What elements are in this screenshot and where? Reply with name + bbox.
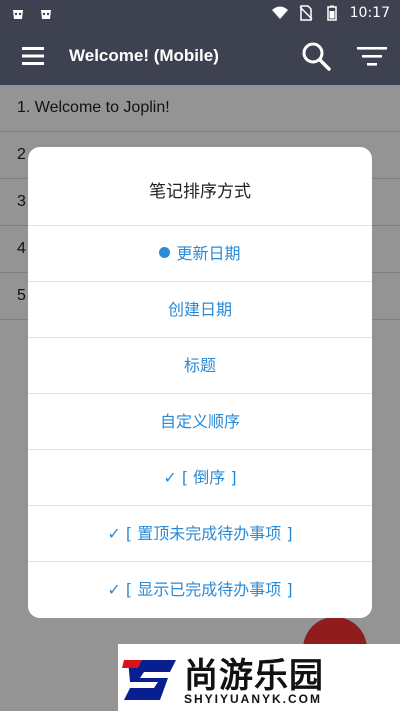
notification-icon	[41, 10, 51, 19]
option-label: 标题	[183, 356, 216, 375]
toggle-show-completed-todos[interactable]: ✓ [ 显示已完成待办事项 ]	[28, 562, 372, 617]
watermark-domain: SHYIYUANYK.COM	[184, 692, 323, 706]
status-time: 10:17	[349, 5, 390, 21]
toggle-uncompleted-todos-on-top[interactable]: ✓ [ 置顶未完成待办事项 ]	[28, 506, 372, 562]
option-label: 更新日期	[176, 244, 241, 263]
option-label: ✓ [ 显示已完成待办事项 ]	[107, 580, 293, 599]
toggle-reverse-order[interactable]: ✓ [ 倒序 ]	[28, 450, 372, 506]
menu-icon[interactable]	[20, 44, 46, 68]
sort-option-updated-date[interactable]: 更新日期	[28, 226, 372, 282]
option-label: 创建日期	[167, 300, 232, 319]
sort-icon[interactable]	[356, 42, 388, 70]
search-icon[interactable]	[300, 40, 332, 72]
sort-dialog: 笔记排序方式 更新日期 创建日期 标题 自定义顺序 ✓ [ 倒序 ] ✓ [ 置…	[28, 147, 372, 618]
option-label: 自定义顺序	[159, 412, 240, 431]
watermark-banner: 尚游乐园 SHYIYUANYK.COM	[118, 644, 400, 711]
battery-icon	[326, 5, 337, 21]
notification-icon	[13, 10, 23, 19]
selected-indicator-icon	[159, 247, 171, 258]
watermark-brand: 尚游乐园	[184, 656, 324, 696]
sort-option-custom-order[interactable]: 自定义顺序	[28, 394, 372, 450]
app-bar: Welcome! (Mobile)	[0, 27, 400, 85]
wifi-icon	[271, 6, 288, 19]
option-label: ✓ [ 倒序 ]	[163, 468, 237, 487]
dialog-title: 笔记排序方式	[28, 147, 372, 226]
status-bar: 10:17	[0, 0, 400, 27]
watermark-logo-icon	[122, 660, 176, 700]
sort-option-title[interactable]: 标题	[28, 338, 372, 394]
no-sim-icon	[299, 5, 313, 21]
option-label: ✓ [ 置顶未完成待办事项 ]	[107, 524, 293, 543]
page-title: Welcome! (Mobile)	[69, 46, 219, 65]
sort-option-created-date[interactable]: 创建日期	[28, 282, 372, 338]
